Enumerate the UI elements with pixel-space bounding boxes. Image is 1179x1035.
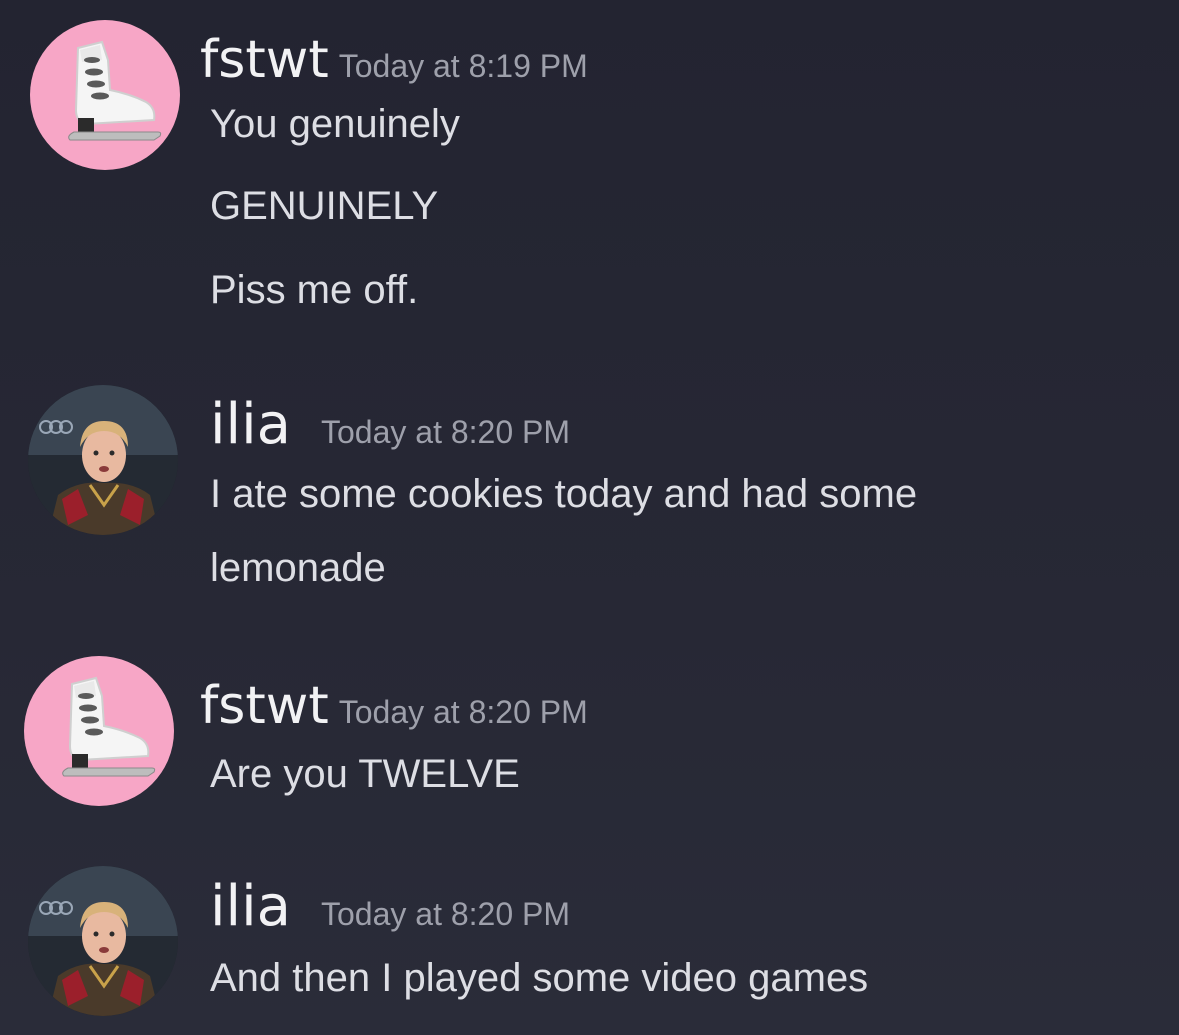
timestamp: Today at 8:19 PM — [338, 48, 588, 84]
username[interactable]: fstwt — [200, 676, 329, 736]
message-text: I ate some cookies today and had some — [210, 472, 918, 516]
timestamp: Today at 8:20 PM — [338, 694, 588, 730]
message-text: lemonade — [210, 546, 386, 590]
message-text: Piss me off. — [210, 268, 419, 312]
skater-photo — [28, 385, 178, 535]
message-text: Are you TWELVE — [210, 752, 520, 796]
timestamp: Today at 8:20 PM — [321, 896, 571, 932]
message-header: ilia Today at 8:20 PM — [210, 392, 570, 457]
ice-skate-icon — [62, 676, 156, 777]
chat-log: fstwt Today at 8:19 PM You genuinely GENU… — [0, 0, 1179, 1035]
user-avatar[interactable] — [30, 20, 180, 170]
message-text: GENUINELY — [210, 184, 439, 228]
ice-skate-icon — [68, 40, 162, 141]
skater-photo — [28, 866, 178, 1016]
message-text: And then I played some video games — [210, 956, 869, 1000]
username[interactable]: ilia — [210, 874, 291, 939]
timestamp: Today at 8:20 PM — [321, 414, 571, 450]
user-avatar[interactable] — [28, 866, 178, 1016]
message-header: ilia Today at 8:20 PM — [210, 874, 570, 939]
message-header: fstwt Today at 8:20 PM — [200, 676, 588, 736]
message-text: You genuinely — [210, 102, 460, 146]
user-avatar[interactable] — [24, 656, 174, 806]
username[interactable]: fstwt — [200, 30, 329, 90]
user-avatar[interactable] — [28, 385, 178, 535]
username[interactable]: ilia — [210, 392, 291, 457]
message-header: fstwt Today at 8:19 PM — [200, 30, 588, 90]
